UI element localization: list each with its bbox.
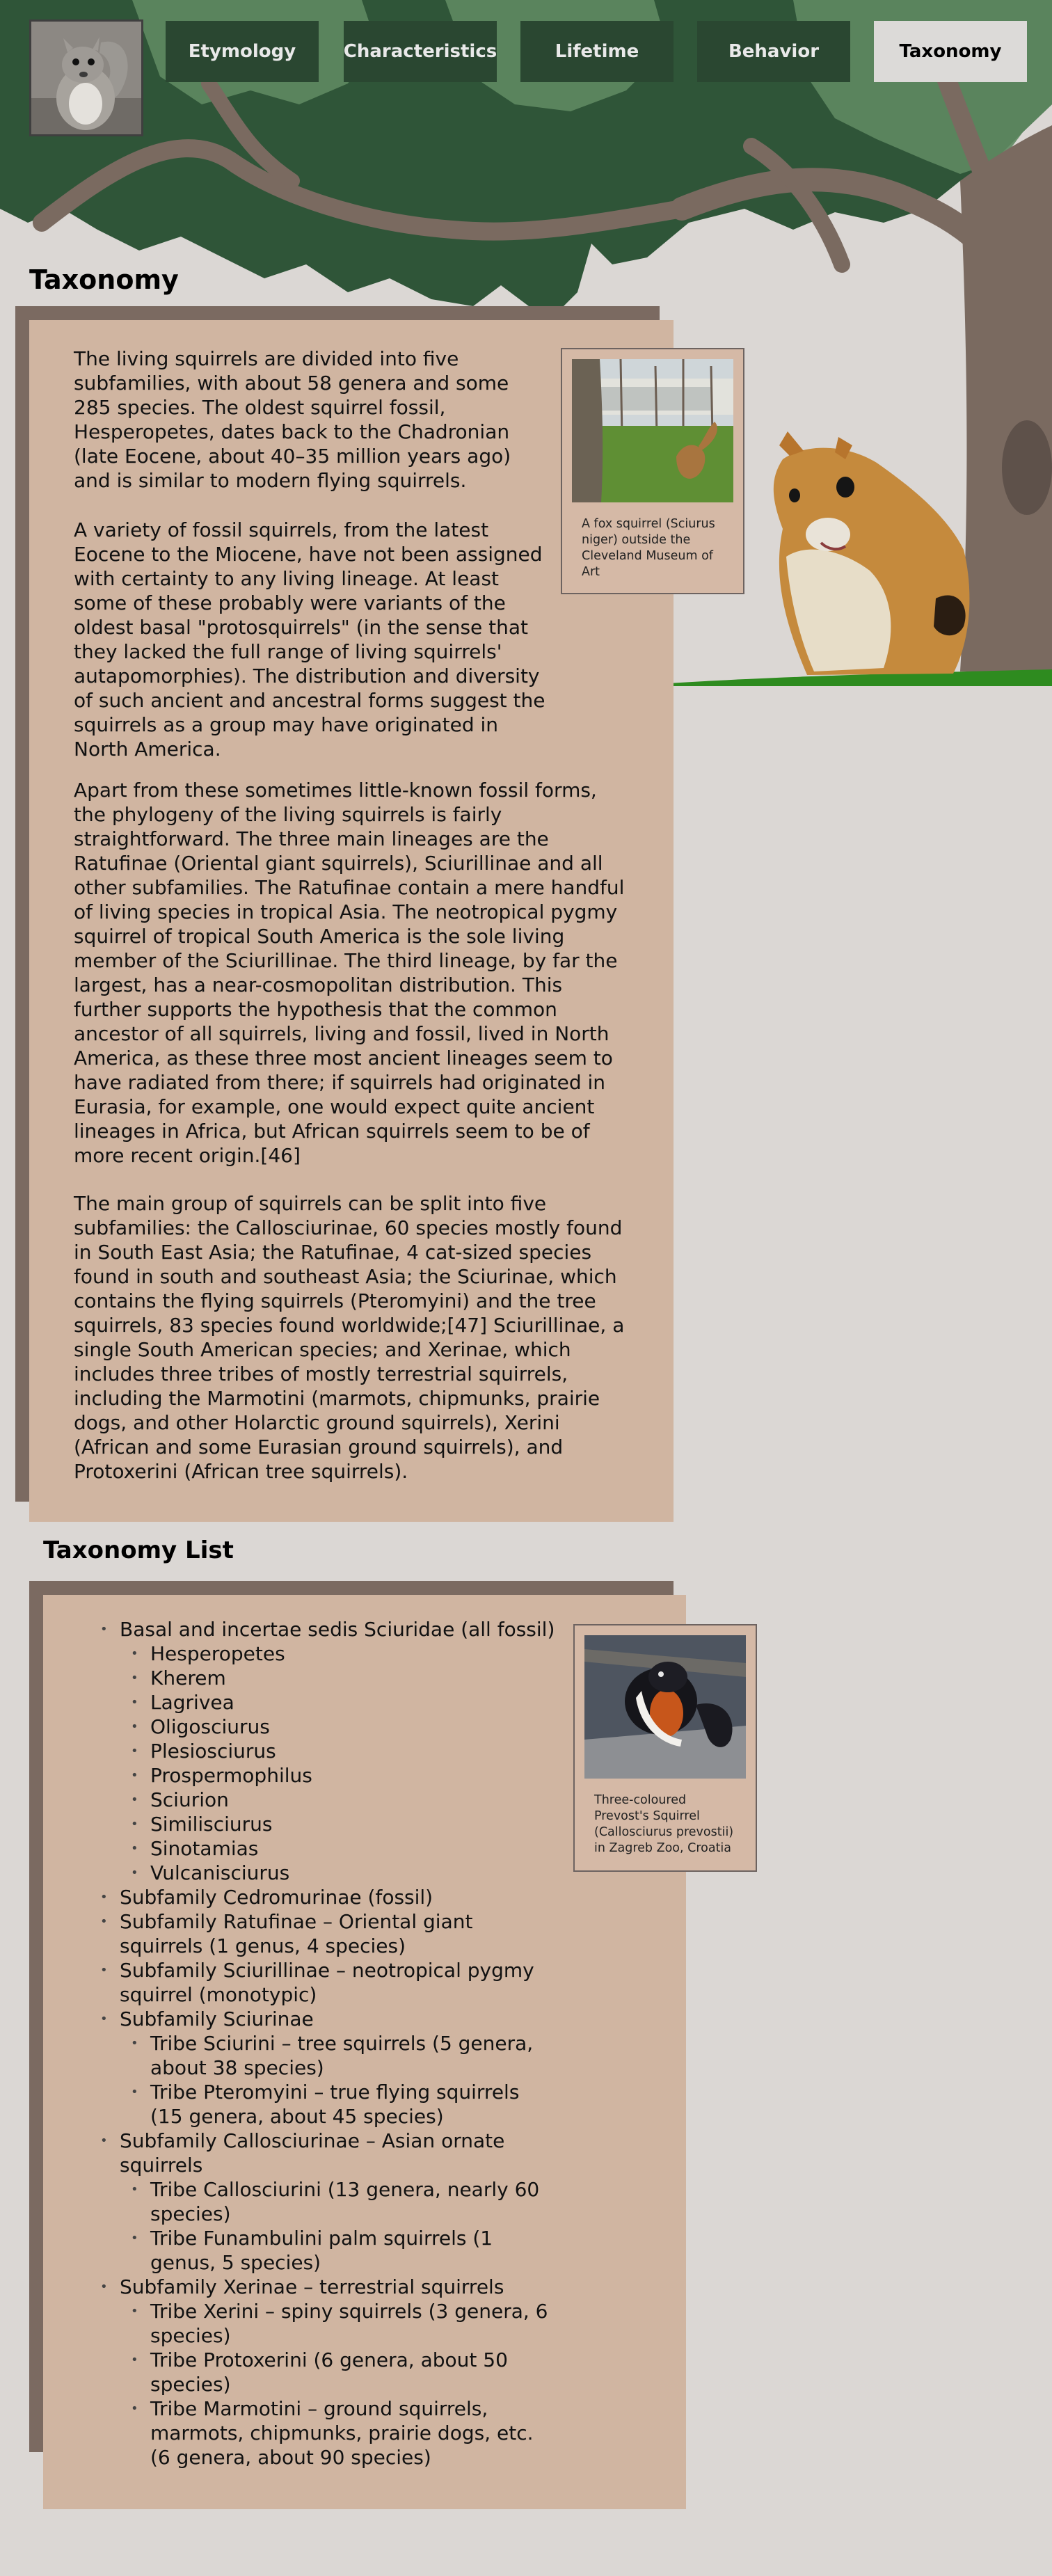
- taxonomy-title: Taxonomy: [29, 264, 179, 295]
- taxonomy-paragraph-3: Apart from these sometimes little-known …: [74, 779, 625, 1167]
- list-item: Sinotamias: [129, 1836, 572, 1861]
- list-item: Oligosciurus: [129, 1715, 572, 1739]
- list-item: Tribe Marmotini – ground squirrels, marm…: [129, 2396, 554, 2470]
- list-item: Tribe Xerini – spiny squirrels (3 genera…: [129, 2299, 554, 2348]
- taxonomy-list: Basal and incertae sedis Sciuridae (all …: [99, 1617, 572, 2470]
- taxonomy-paragraph-4: The main group of squirrels can be split…: [74, 1192, 625, 1483]
- list-item: Prospermophilus: [129, 1763, 572, 1788]
- taxonomy-paragraph-2: A variety of fossil squirrels, from the …: [74, 518, 545, 761]
- list-item: Sciurion: [129, 1788, 572, 1812]
- prevosts-squirrel-caption: Three-coloured Prevost's Squirrel (Callo…: [594, 1793, 734, 1855]
- list-item: Subfamily Xerinae – terrestrial squirrel…: [99, 2275, 572, 2470]
- peeking-squirrel-illustration: [773, 431, 970, 675]
- list-item: Basal and incertae sedis Sciuridae (all …: [99, 1617, 572, 1885]
- list-item: Lagrivea: [129, 1690, 572, 1715]
- list-item: Tribe Pteromyini – true flying squirrels…: [129, 2080, 554, 2129]
- nav-lifetime[interactable]: Lifetime: [520, 21, 674, 82]
- nav-characteristics[interactable]: Characteristics: [344, 21, 497, 82]
- list-item: Plesiosciurus: [129, 1739, 572, 1763]
- list-item: Tribe Callosciurini (13 genera, nearly 6…: [129, 2177, 554, 2226]
- list-item: Subfamily Sciurillinae – neotropical pyg…: [99, 1958, 537, 2007]
- tree-knot: [1002, 420, 1052, 515]
- list-item: Tribe Funambulini palm squirrels (1 genu…: [129, 2226, 554, 2275]
- squirrel-photo-icon: [31, 22, 141, 134]
- nav-behavior[interactable]: Behavior: [697, 21, 850, 82]
- list-item: Kherem: [129, 1666, 572, 1690]
- fox-squirrel-caption: A fox squirrel (Sciurus niger) outside t…: [582, 517, 715, 579]
- nav-etymology[interactable]: Etymology: [166, 21, 319, 82]
- list-item: Subfamily Cedromurinae (fossil): [99, 1885, 572, 1909]
- list-item: Subfamily Ratufinae – Oriental giant squ…: [99, 1909, 537, 1958]
- list-item: Tribe Sciurini – tree squirrels (5 gener…: [129, 2031, 554, 2080]
- site-logo[interactable]: [29, 19, 143, 136]
- nav-taxonomy[interactable]: Taxonomy: [874, 21, 1027, 82]
- prevosts-squirrel-figure: Three-coloured Prevost's Squirrel (Callo…: [573, 1624, 757, 1872]
- list-item: Tribe Protoxerini (6 genera, about 50 sp…: [129, 2348, 554, 2396]
- taxonomy-paragraph-1: The living squirrels are divided into fi…: [74, 347, 511, 492]
- taxonomy-list-title: Taxonomy List: [43, 1536, 234, 1564]
- prevosts-squirrel-photo: [584, 1635, 746, 1779]
- list-item: Similisciurus: [129, 1812, 572, 1836]
- tree-trunk: [960, 125, 1052, 671]
- list-item: Hesperopetes: [129, 1641, 572, 1666]
- list-item: Subfamily Callosciurinae – Asian ornate …: [99, 2129, 572, 2275]
- list-item: Vulcanisciurus: [129, 1861, 572, 1885]
- list-item: Subfamily Sciurinae Tribe Sciurini – tre…: [99, 2007, 572, 2129]
- fox-squirrel-photo: [572, 359, 733, 502]
- fox-squirrel-figure: A fox squirrel (Sciurus niger) outside t…: [561, 348, 744, 594]
